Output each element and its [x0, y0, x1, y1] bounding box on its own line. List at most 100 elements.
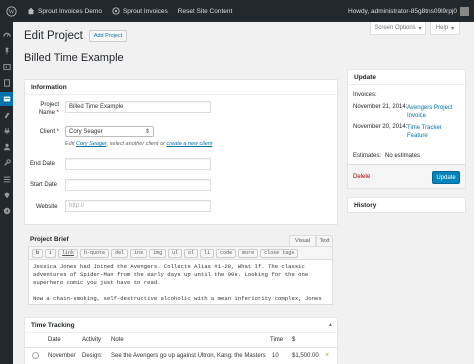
reset-label: Reset Site Content — [177, 7, 233, 15]
account-menu[interactable]: Howdy, administrator-85g8tns09l9rpj0 — [343, 0, 474, 22]
row-date: November — [48, 353, 76, 359]
update-title: Update — [354, 73, 377, 81]
help-button[interactable]: Help ▾ — [430, 22, 460, 35]
end-date-input[interactable] — [65, 158, 211, 170]
chevron-updown-icon: ⇕ — [144, 129, 150, 135]
home-icon — [27, 7, 35, 15]
column-header-note: Note — [111, 337, 124, 343]
add-project-button[interactable]: Add Project — [88, 30, 128, 42]
invoice-link[interactable]: Time Tracker Feature — [407, 124, 457, 140]
collapse-icon[interactable]: ▴ — [329, 321, 332, 328]
users-icon[interactable] — [0, 140, 13, 154]
invoice-date: November 20, 2014: — [353, 124, 408, 130]
start-date-input[interactable] — [65, 179, 211, 191]
website-input[interactable]: http:// — [65, 200, 211, 212]
location-icon[interactable] — [0, 188, 13, 202]
create-client-link[interactable]: create a new client — [167, 141, 213, 147]
end-date-label: End Date — [30, 161, 56, 167]
time-tracking-title: Time Tracking — [31, 321, 75, 329]
screen-options-label: Screen Options — [374, 25, 416, 31]
start-date-label: Start Date — [30, 182, 58, 188]
information-box-header[interactable]: Information — [25, 80, 337, 95]
row-note: See the Avengers go up against Ultron, K… — [111, 353, 266, 359]
column-header-activity: Activity — [82, 337, 102, 343]
column-header-total: $ — [292, 337, 296, 343]
estimates-label: Estimates: — [353, 153, 382, 159]
dashboard-icon[interactable] — [0, 28, 13, 42]
tools-icon[interactable] — [0, 156, 13, 170]
tab-text[interactable]: Text — [316, 235, 333, 246]
sprout-projects-icon[interactable] — [0, 92, 13, 106]
column-header-time: Time — [270, 337, 284, 343]
screen-options-button[interactable]: Screen Options ▾ — [370, 22, 426, 35]
tab-visual[interactable]: Visual — [289, 235, 316, 246]
avatar — [460, 6, 469, 16]
plugins-icon[interactable] — [0, 124, 13, 138]
admin-sidebar — [0, 22, 13, 364]
invoices-label: Invoices: — [353, 92, 377, 98]
sprout-invoices-menu[interactable]: Sprout Invoices — [107, 0, 173, 22]
collapse-menu-icon[interactable] — [0, 204, 13, 218]
svg-text:W: W — [8, 9, 14, 15]
del-button[interactable]: del — [111, 248, 129, 258]
client-label: Client * — [39, 129, 59, 135]
bold-button[interactable]: b — [32, 248, 44, 258]
site-name: Sprout Invoices Demo — [38, 7, 102, 15]
media-icon[interactable] — [0, 60, 13, 74]
brief-paragraph: Now a chain-smoking, self-destructive al… — [33, 295, 322, 304]
table-divider — [25, 347, 337, 348]
site-name-link[interactable]: Sprout Invoices Demo — [22, 0, 107, 22]
delete-row-icon[interactable]: × — [325, 352, 329, 359]
sprout-invoices-label: Sprout Invoices — [122, 7, 168, 15]
edit-client-link[interactable]: Cory Seager — [76, 141, 107, 147]
invoice-link[interactable]: Avengers Project Invoice — [407, 104, 463, 120]
close-tags-button[interactable]: close tags — [260, 248, 299, 258]
pages-icon[interactable] — [0, 76, 13, 90]
client-select[interactable]: Cory Seager ⇕ — [65, 126, 154, 137]
project-brief-textarea[interactable]: Jessica Jones had Joined the Avengers. C… — [28, 260, 333, 305]
li-button[interactable]: li — [200, 248, 215, 258]
row-time: 10 — [272, 353, 279, 359]
sprout-icon — [112, 7, 120, 15]
row-total: $1,500.00 — [292, 353, 319, 359]
img-button[interactable]: img — [149, 248, 167, 258]
row-radio[interactable] — [32, 352, 39, 359]
ins-button[interactable]: ins — [130, 248, 148, 258]
reset-site-content-link[interactable]: Reset Site Content — [173, 0, 238, 22]
brief-paragraph: Jessica Jones had Joined the Avengers. C… — [33, 263, 309, 286]
appearance-icon[interactable] — [0, 108, 13, 122]
project-name-input[interactable]: Billed Time Example — [65, 101, 211, 113]
history-box-header[interactable]: History — [348, 198, 465, 213]
history-title: History — [354, 202, 377, 209]
invoice-date: November 21, 2014: — [353, 104, 408, 110]
history-box: History — [347, 197, 466, 213]
column-header-date: Date — [48, 337, 61, 343]
ol-button[interactable]: ol — [184, 248, 199, 258]
delete-link[interactable]: Delete — [353, 174, 370, 180]
row-activity: Design: — [82, 353, 103, 359]
update-box-header[interactable]: Update — [348, 70, 465, 85]
link-button[interactable]: link — [58, 248, 79, 258]
page-heading: Edit Project Add Project — [24, 30, 128, 42]
project-name-label: Project Name * — [38, 102, 59, 116]
project-brief-title: Project Brief — [30, 236, 69, 243]
editor-toolbar: b i link b-quote del ins img ul ol li co… — [28, 246, 333, 260]
code-button[interactable]: code — [216, 248, 237, 258]
blockquote-button[interactable]: b-quote — [80, 248, 110, 258]
admin-bar: W Sprout Invoices Demo Sprout Invoices R… — [0, 0, 474, 22]
page-title: Edit Project — [24, 30, 83, 42]
pin-icon[interactable] — [0, 44, 13, 58]
client-selected-value: Cory Seager — [69, 128, 103, 135]
client-hint: Edit Cory Seager, select another client … — [65, 141, 213, 147]
ul-button[interactable]: ul — [168, 248, 183, 258]
project-title-input[interactable]: Billed Time Example — [24, 48, 338, 68]
italic-button[interactable]: i — [45, 248, 57, 258]
chevron-down-icon: ▾ — [451, 25, 455, 32]
help-label: Help — [435, 25, 449, 31]
update-button[interactable]: Update — [432, 171, 460, 184]
settings-icon[interactable] — [0, 172, 13, 186]
information-title: Information — [31, 83, 67, 91]
more-button[interactable]: more — [238, 248, 259, 258]
time-tracking-header[interactable]: Time Tracking ▴ — [25, 318, 337, 333]
wordpress-logo-icon[interactable]: W — [0, 0, 22, 22]
